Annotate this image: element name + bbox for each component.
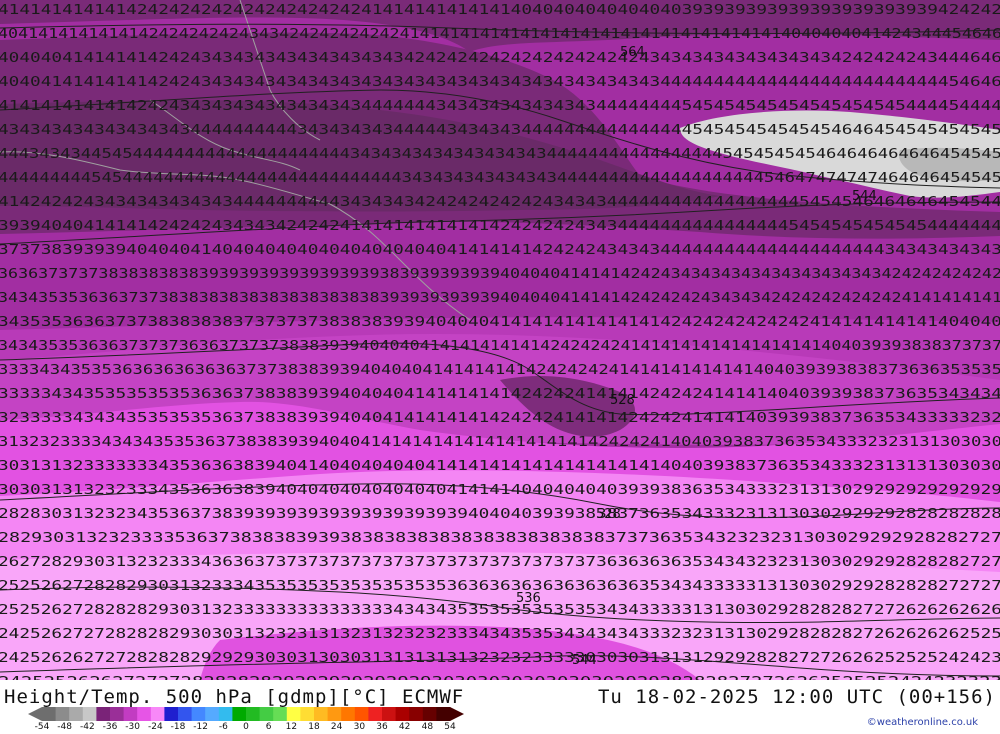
legend-tick-label: 6 <box>265 722 272 732</box>
map-title: Height/Temp. 500 hPa [gdmp][°C] ECMWF <box>4 686 465 708</box>
temperature-row: 4142424243434343434343444444444434343434… <box>0 195 1000 210</box>
legend-tick-label: -48 <box>57 722 73 732</box>
temperature-map: 4141414141414242424242424242424242414141… <box>0 0 1000 680</box>
legend-swatch <box>273 707 288 721</box>
legend-tick-label: 0 <box>243 722 249 732</box>
temperature-row: 3434353536363737383838383838383838383839… <box>0 291 1000 306</box>
temperature-row: 3636373737383838383839393939393939393938… <box>0 267 1000 282</box>
legend-swatch <box>191 707 206 721</box>
temperature-row: 4040404141414142424343434343434343434342… <box>0 51 1000 66</box>
legend-swatch <box>395 707 410 721</box>
temperature-row: 2425262727282828293030313232313132313232… <box>0 627 1000 642</box>
legend-tick-label: -18 <box>170 722 186 732</box>
temperature-row: 4041414141414142424242424343424242424242… <box>0 27 1000 42</box>
legend-min-arrow <box>28 707 42 721</box>
legend-tick-label: -24 <box>147 722 163 732</box>
legend-swatch <box>164 707 179 721</box>
temperature-row: 2829303132323333536373838383939383838383… <box>0 531 1000 546</box>
legend-swatch <box>96 707 111 721</box>
credit-link[interactable]: ©weatheronline.co.uk <box>867 717 978 728</box>
temperature-row: 4040414141414142424343434343434343434343… <box>0 75 1000 90</box>
temperature-row: 2525262728282930313233343535353535353535… <box>0 579 1000 594</box>
temperature-row: 3434353536363737373636373737383839394040… <box>0 339 1000 354</box>
contour-label: 528 <box>596 507 621 522</box>
temperature-row: 3132323333434343535363738383939404041414… <box>0 435 1000 450</box>
temperature-row: 3939404041414142424243434342424241414141… <box>0 219 1000 234</box>
contour-label: 544 <box>572 653 597 668</box>
temperature-row: 3031313233333334353636383940414040404040… <box>0 459 1000 474</box>
temperature-row: 4141414141414242424242424242424242414141… <box>0 3 1000 18</box>
legend-swatch <box>205 707 220 721</box>
legend-tick-label: 36 <box>376 722 388 732</box>
temperature-row: 3333434353536363636363637373838393940404… <box>0 363 1000 378</box>
temperature-row: 3435353636373738383838373737373838383939… <box>0 315 1000 330</box>
temperature-row: 4343434343434343434444444444343434343444… <box>0 123 1000 138</box>
legend-swatch <box>300 707 315 721</box>
contour-label: 564 <box>620 45 645 60</box>
temperature-row: 2425262627272828282929293030313030313131… <box>0 651 1000 666</box>
legend-swatch <box>422 707 437 721</box>
legend-swatch <box>82 707 97 721</box>
legend-tick-label: -36 <box>102 722 118 732</box>
temperature-values: 4141414141414242424242424242424242414141… <box>0 3 1000 680</box>
legend-swatch <box>436 707 451 721</box>
legend-swatch <box>409 707 424 721</box>
contour-label: 536 <box>516 591 541 606</box>
legend-swatch <box>327 707 342 721</box>
legend-swatch <box>382 707 397 721</box>
legend-tick-label: -30 <box>125 722 141 732</box>
legend-swatch <box>341 707 356 721</box>
legend-swatch <box>123 707 138 721</box>
legend-tick-label: 54 <box>444 722 456 732</box>
legend-ticks: -54 -48 -42 -36 -30 -24 -18 -12 -6 0 6 12 18 24 30 36 42… <box>28 722 464 734</box>
legend-swatch <box>150 707 165 721</box>
temperature-row: 3333343435353535353636373838393940404041… <box>0 387 1000 402</box>
legend-swatch <box>314 707 329 721</box>
contour-label: 544 <box>852 189 877 204</box>
legend-tick-label: 48 <box>421 722 434 732</box>
legend-swatch <box>42 707 57 721</box>
temperature-row: 4443434344545444444444444444444444343434… <box>0 147 1000 162</box>
legend-tick-label: -6 <box>218 722 228 732</box>
legend-swatch <box>178 707 193 721</box>
legend-swatch <box>110 707 125 721</box>
legend-swatch <box>137 707 152 721</box>
legend-tick-label: -42 <box>79 722 95 732</box>
legend-tick-label: -12 <box>193 722 209 732</box>
legend-tick-label: 12 <box>285 722 298 732</box>
footer: Height/Temp. 500 hPa [gdmp][°C] ECMWF Tu… <box>0 680 1000 733</box>
temperature-row: 4141414141414242434343434343434343444444… <box>0 99 1000 114</box>
legend-swatch <box>218 707 233 721</box>
temperature-row: 3737383939394040404140404040404040404040… <box>0 243 1000 258</box>
temperature-row: 3030313132323334353636383940404040404040… <box>0 483 1000 498</box>
legend-tick-label: -54 <box>34 722 50 732</box>
legend-tick-label: 18 <box>308 722 320 732</box>
temperature-row: 2828303132323435363738393939393939393939… <box>0 507 1000 522</box>
legend-swatch <box>246 707 261 721</box>
color-legend <box>28 707 464 721</box>
legend-tick-label: 30 <box>353 722 366 732</box>
legend-tick-label: 42 <box>398 722 411 732</box>
legend-swatch <box>55 707 70 721</box>
temperature-row: 4444444445454444444444444444444444444443… <box>0 171 1000 186</box>
temperature-row: 2525262728282829303132333333333333333434… <box>0 603 1000 618</box>
legend-swatch <box>69 707 84 721</box>
legend-tick-label: 24 <box>330 722 343 732</box>
temperature-row: 3233333434343535353536373838393940404141… <box>0 411 1000 426</box>
legend-swatch <box>286 707 301 721</box>
legend-max-arrow <box>450 707 464 721</box>
temperature-row: 2627282930313232333436363737373737373737… <box>0 555 1000 570</box>
legend-swatch <box>232 707 247 721</box>
map-area: 4141414141414242424242424242424242414141… <box>0 0 1000 680</box>
legend-swatch <box>259 707 274 721</box>
legend-swatch <box>354 707 369 721</box>
valid-time: Tu 18-02-2025 12:00 UTC (00+156) <box>597 686 996 708</box>
contour-label: 528 <box>610 393 635 408</box>
legend-swatch <box>368 707 383 721</box>
